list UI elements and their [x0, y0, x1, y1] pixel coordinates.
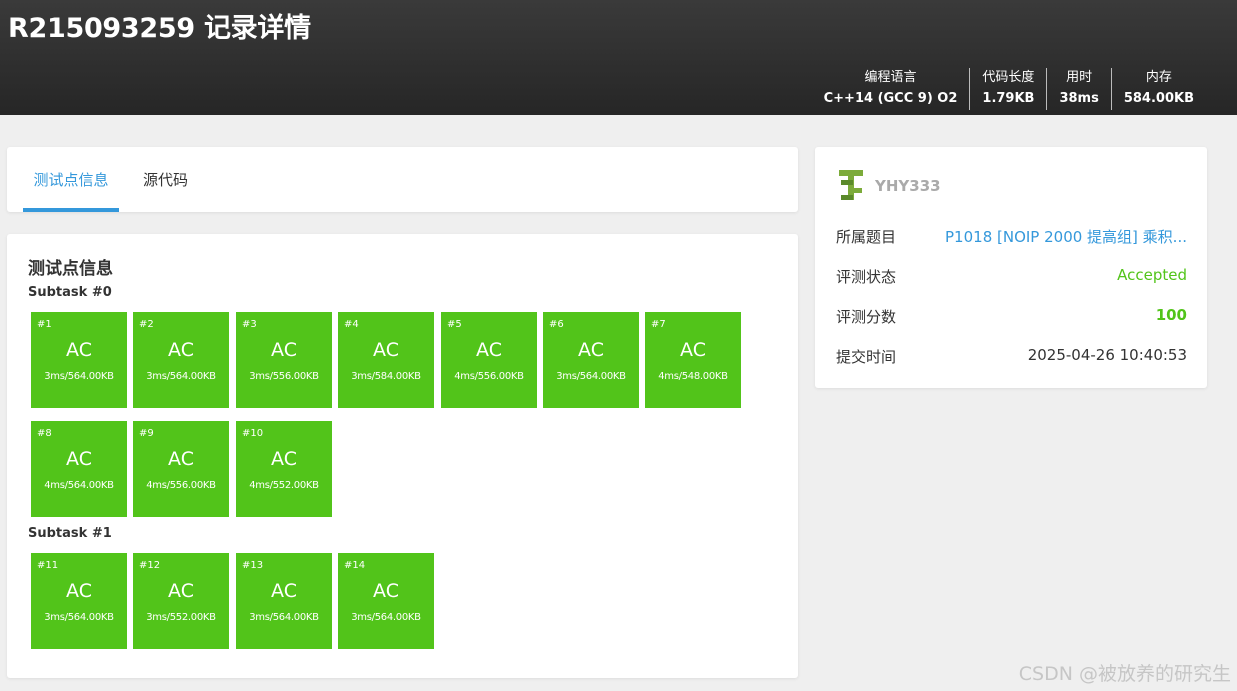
- subtask-label: Subtask #0: [28, 285, 112, 300]
- case-status: AC: [66, 339, 92, 361]
- case-status: AC: [66, 448, 92, 470]
- case-info: 4ms/548.00KB: [658, 371, 728, 382]
- test-case[interactable]: #3 AC 3ms/556.00KB: [236, 312, 332, 408]
- case-status: AC: [680, 339, 706, 361]
- stat-value: 584.00KB: [1123, 91, 1194, 106]
- case-info: 3ms/564.00KB: [556, 371, 626, 382]
- case-info: 3ms/564.00KB: [44, 612, 114, 623]
- test-case[interactable]: #11 AC 3ms/564.00KB: [31, 553, 127, 649]
- subtask-label: Subtask #1: [28, 526, 112, 541]
- info-row-problem: 所属题目 P1018 [NOIP 2000 提高组] 乘积...: [836, 226, 1187, 250]
- info-row-score: 评测分数 100: [836, 306, 1187, 330]
- case-number: #14: [344, 560, 366, 571]
- case-number: #8: [37, 428, 52, 439]
- test-case[interactable]: #10 AC 4ms/552.00KB: [236, 421, 332, 517]
- watermark: CSDN @被放养的研究生: [1018, 663, 1231, 685]
- case-status: AC: [271, 339, 297, 361]
- case-number: #4: [344, 319, 359, 330]
- page-title: R215093259 记录详情: [8, 13, 311, 44]
- stat-value: C++14 (GCC 9) O2: [823, 91, 958, 106]
- test-case[interactable]: #14 AC 3ms/564.00KB: [338, 553, 434, 649]
- case-status: AC: [271, 448, 297, 470]
- submit-time-value: 2025-04-26 10:40:53: [1027, 346, 1187, 364]
- info-label: 所属题目: [836, 228, 897, 246]
- case-number: #2: [139, 319, 154, 330]
- stat-language: 编程语言 C++14 (GCC 9) O2: [812, 68, 970, 110]
- test-case[interactable]: #12 AC 3ms/552.00KB: [133, 553, 229, 649]
- stat-value: 1.79KB: [982, 91, 1035, 106]
- stat-label: 编程语言: [864, 70, 917, 85]
- case-info: 3ms/552.00KB: [146, 612, 216, 623]
- username-link[interactable]: YHY333: [875, 177, 941, 195]
- tab-test-points[interactable]: 测试点信息: [23, 147, 119, 212]
- case-number: #13: [242, 560, 264, 571]
- test-case[interactable]: #4 AC 3ms/584.00KB: [338, 312, 434, 408]
- stat-time: 用时 38ms: [1046, 68, 1110, 110]
- case-number: #10: [242, 428, 264, 439]
- case-number: #6: [549, 319, 564, 330]
- info-label: 提交时间: [836, 348, 897, 366]
- case-status: AC: [271, 580, 297, 602]
- case-status: AC: [168, 580, 194, 602]
- test-case[interactable]: #8 AC 4ms/564.00KB: [31, 421, 127, 517]
- case-info: 4ms/552.00KB: [249, 480, 319, 491]
- case-info: 4ms/556.00KB: [454, 371, 524, 382]
- case-status: AC: [373, 339, 399, 361]
- case-number: #5: [447, 319, 462, 330]
- record-stats: 编程语言 C++14 (GCC 9) O2 代码长度 1.79KB 用时 38m…: [812, 68, 1206, 110]
- info-label: 评测状态: [836, 268, 897, 286]
- record-info-panel: YHY333 所属题目 P1018 [NOIP 2000 提高组] 乘积... …: [815, 147, 1207, 388]
- test-case[interactable]: #5 AC 4ms/556.00KB: [441, 312, 537, 408]
- stat-label: 内存: [1145, 70, 1172, 85]
- case-number: #9: [139, 428, 154, 439]
- record-header: R215093259 记录详情 编程语言 C++14 (GCC 9) O2 代码…: [0, 0, 1237, 115]
- case-info: 3ms/564.00KB: [249, 612, 319, 623]
- case-info: 3ms/564.00KB: [44, 371, 114, 382]
- case-number: #7: [651, 319, 666, 330]
- case-number: #3: [242, 319, 257, 330]
- stat-label: 代码长度: [982, 70, 1035, 85]
- case-status: AC: [66, 580, 92, 602]
- test-case[interactable]: #9 AC 4ms/556.00KB: [133, 421, 229, 517]
- case-info: 4ms/564.00KB: [44, 480, 114, 491]
- info-row-status: 评测状态 Accepted: [836, 266, 1187, 290]
- case-number: #11: [37, 560, 59, 571]
- stat-code-length: 代码长度 1.79KB: [969, 68, 1046, 110]
- case-status: AC: [578, 339, 604, 361]
- case-info: 3ms/564.00KB: [146, 371, 216, 382]
- stat-label: 用时: [1066, 70, 1093, 85]
- stat-value: 38ms: [1059, 91, 1099, 106]
- tabs-bar: 测试点信息 源代码: [7, 147, 798, 212]
- case-number: #1: [37, 319, 52, 330]
- case-status: AC: [168, 448, 194, 470]
- test-case[interactable]: #1 AC 3ms/564.00KB: [31, 312, 127, 408]
- case-info: 3ms/584.00KB: [351, 371, 421, 382]
- problem-link[interactable]: P1018 [NOIP 2000 提高组] 乘积...: [945, 226, 1187, 247]
- info-row-submit-time: 提交时间 2025-04-26 10:40:53: [836, 346, 1187, 370]
- test-case[interactable]: #13 AC 3ms/564.00KB: [236, 553, 332, 649]
- case-status: AC: [168, 339, 194, 361]
- case-info: 4ms/556.00KB: [146, 480, 216, 491]
- case-info: 3ms/556.00KB: [249, 371, 319, 382]
- case-status: AC: [373, 580, 399, 602]
- score-value: 100: [1155, 306, 1187, 324]
- case-status: AC: [476, 339, 502, 361]
- test-case[interactable]: #6 AC 3ms/564.00KB: [543, 312, 639, 408]
- info-label: 评测分数: [836, 308, 897, 326]
- user-badge-icon: [839, 170, 863, 200]
- case-number: #12: [139, 560, 161, 571]
- test-points-panel: 测试点信息 Subtask #0 #1 AC 3ms/564.00KB #2 A…: [7, 234, 798, 678]
- tab-source-code[interactable]: 源代码: [143, 147, 188, 212]
- section-title: 测试点信息: [28, 259, 113, 279]
- status-value: Accepted: [1117, 266, 1187, 284]
- case-info: 3ms/564.00KB: [351, 612, 421, 623]
- test-case[interactable]: #2 AC 3ms/564.00KB: [133, 312, 229, 408]
- test-case[interactable]: #7 AC 4ms/548.00KB: [645, 312, 741, 408]
- stat-memory: 内存 584.00KB: [1110, 68, 1206, 110]
